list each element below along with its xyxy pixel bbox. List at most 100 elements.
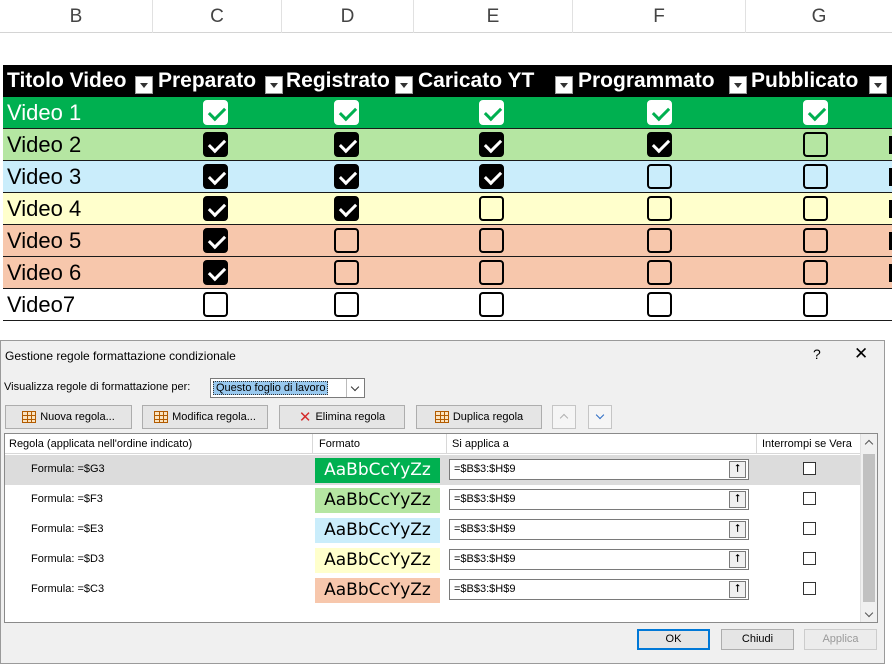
applies-to-input[interactable]: =$B$3:$H$9 ⭡ bbox=[449, 489, 749, 510]
checkbox-unchecked[interactable] bbox=[803, 292, 828, 317]
checkbox-unchecked[interactable] bbox=[334, 228, 359, 253]
checkbox-unchecked[interactable] bbox=[803, 132, 828, 157]
range-picker-icon[interactable]: ⭡ bbox=[729, 521, 746, 538]
header-titolo-video[interactable]: Titolo Video bbox=[7, 65, 126, 97]
column-header-f[interactable]: F bbox=[573, 0, 746, 33]
video-title-cell[interactable]: Video 5 bbox=[7, 225, 81, 257]
stop-if-true-checkbox[interactable] bbox=[803, 462, 816, 475]
col-applies-to-header[interactable]: Si applica a bbox=[447, 434, 757, 454]
show-rules-for-select[interactable]: Questo foglio di lavoro bbox=[210, 378, 365, 398]
checkbox-unchecked[interactable] bbox=[647, 260, 672, 285]
checkbox-checked[interactable] bbox=[203, 196, 228, 221]
new-rule-button[interactable]: Nuova regola... bbox=[5, 405, 132, 429]
rule-row[interactable]: Formula: =$C3 AaBbCcYyZz =$B$3:$H$9 ⭡ bbox=[5, 575, 861, 605]
applies-to-input[interactable]: =$B$3:$H$9 ⭡ bbox=[449, 579, 749, 600]
checkbox-unchecked[interactable] bbox=[334, 292, 359, 317]
col-stop-if-true-header[interactable]: Interrompi se Vera bbox=[757, 434, 861, 454]
checkbox-checked[interactable] bbox=[479, 164, 504, 189]
checkbox-checked[interactable] bbox=[803, 100, 828, 125]
checkbox-unchecked[interactable] bbox=[803, 164, 828, 189]
range-picker-icon[interactable]: ⭡ bbox=[729, 551, 746, 568]
filter-dropdown-icon[interactable] bbox=[135, 76, 153, 94]
checkbox-checked[interactable] bbox=[203, 164, 228, 189]
checkbox-checked[interactable] bbox=[203, 100, 228, 125]
header-registrato[interactable]: Registrato bbox=[286, 65, 390, 97]
move-down-icon[interactable] bbox=[588, 405, 612, 429]
checkbox-unchecked[interactable] bbox=[203, 292, 228, 317]
edit-rule-button[interactable]: Modifica regola... bbox=[142, 405, 268, 429]
checkbox-checked[interactable] bbox=[334, 132, 359, 157]
filter-dropdown-icon[interactable] bbox=[265, 76, 283, 94]
checkbox-unchecked[interactable] bbox=[334, 260, 359, 285]
range-picker-icon[interactable]: ⭡ bbox=[729, 581, 746, 598]
rule-row[interactable]: Formula: =$F3 AaBbCcYyZz =$B$3:$H$9 ⭡ bbox=[5, 485, 861, 515]
apply-button[interactable]: Applica bbox=[804, 629, 877, 650]
checkbox-unchecked[interactable] bbox=[647, 292, 672, 317]
ok-button[interactable]: OK bbox=[637, 629, 710, 650]
move-up-icon[interactable] bbox=[552, 405, 576, 429]
filter-dropdown-icon[interactable] bbox=[555, 76, 573, 94]
checkbox-unchecked[interactable] bbox=[647, 164, 672, 189]
close-button[interactable]: Chiudi bbox=[721, 629, 794, 650]
checkbox-unchecked[interactable] bbox=[803, 228, 828, 253]
checkbox-unchecked[interactable] bbox=[479, 292, 504, 317]
filter-dropdown-icon[interactable] bbox=[395, 76, 413, 94]
header-programmato[interactable]: Programmato bbox=[578, 65, 715, 97]
video-title-cell[interactable]: Video 3 bbox=[7, 161, 81, 193]
video-title-cell[interactable]: Video 1 bbox=[7, 97, 81, 129]
checkbox-unchecked[interactable] bbox=[647, 228, 672, 253]
rule-row[interactable]: Formula: =$G3 AaBbCcYyZz =$B$3:$H$9 ⭡ bbox=[5, 455, 861, 485]
duplicate-rule-button[interactable]: Duplica regola bbox=[416, 405, 542, 429]
chevron-down-icon[interactable] bbox=[346, 379, 364, 397]
range-picker-icon[interactable]: ⭡ bbox=[729, 491, 746, 508]
scroll-down-icon[interactable] bbox=[864, 608, 874, 618]
checkbox-unchecked[interactable] bbox=[479, 228, 504, 253]
col-rule-header[interactable]: Regola (applicata nell'ordine indicato) bbox=[5, 434, 313, 454]
video-title-cell[interactable]: Video 4 bbox=[7, 193, 81, 225]
scroll-up-icon[interactable] bbox=[864, 439, 874, 449]
checkbox-unchecked[interactable] bbox=[647, 196, 672, 221]
column-header-b[interactable]: B bbox=[0, 0, 153, 33]
header-caricato-yt[interactable]: Caricato YT bbox=[418, 65, 534, 97]
checkbox-checked[interactable] bbox=[334, 100, 359, 125]
video-title-cell[interactable]: Video 6 bbox=[7, 257, 81, 289]
rule-row[interactable]: Formula: =$D3 AaBbCcYyZz =$B$3:$H$9 ⭡ bbox=[5, 545, 861, 575]
applies-to-input[interactable]: =$B$3:$H$9 ⭡ bbox=[449, 459, 749, 480]
header-pubblicato[interactable]: Pubblicato bbox=[751, 65, 858, 97]
column-header-g[interactable]: G bbox=[746, 0, 892, 33]
range-picker-icon[interactable]: ⭡ bbox=[729, 461, 746, 478]
filter-dropdown-icon[interactable] bbox=[729, 76, 747, 94]
delete-rule-button[interactable]: ✕ Elimina regola bbox=[279, 405, 405, 429]
rule-row[interactable]: Formula: =$E3 AaBbCcYyZz =$B$3:$H$9 ⭡ bbox=[5, 515, 861, 545]
close-icon[interactable]: ✕ bbox=[854, 344, 868, 364]
checkbox-checked[interactable] bbox=[203, 260, 228, 285]
header-preparato[interactable]: Preparato bbox=[158, 65, 256, 97]
checkbox-unchecked[interactable] bbox=[803, 196, 828, 221]
checkbox-checked[interactable] bbox=[203, 132, 228, 157]
column-header-c[interactable]: C bbox=[153, 0, 282, 33]
checkbox-checked[interactable] bbox=[203, 228, 228, 253]
video-title-cell[interactable]: Video 2 bbox=[7, 129, 81, 161]
checkbox-unchecked[interactable] bbox=[479, 196, 504, 221]
checkbox-checked[interactable] bbox=[334, 196, 359, 221]
scrollbar-thumb[interactable] bbox=[863, 454, 875, 602]
help-icon[interactable]: ? bbox=[813, 346, 821, 362]
checkbox-checked[interactable] bbox=[479, 132, 504, 157]
column-header-e[interactable]: E bbox=[414, 0, 573, 33]
checkbox-checked[interactable] bbox=[334, 164, 359, 189]
column-header-d[interactable]: D bbox=[282, 0, 414, 33]
checkbox-checked[interactable] bbox=[647, 100, 672, 125]
stop-if-true-checkbox[interactable] bbox=[803, 492, 816, 505]
checkbox-unchecked[interactable] bbox=[479, 260, 504, 285]
stop-if-true-checkbox[interactable] bbox=[803, 582, 816, 595]
stop-if-true-checkbox[interactable] bbox=[803, 522, 816, 535]
applies-to-input[interactable]: =$B$3:$H$9 ⭡ bbox=[449, 519, 749, 540]
stop-if-true-checkbox[interactable] bbox=[803, 552, 816, 565]
checkbox-checked[interactable] bbox=[479, 100, 504, 125]
filter-dropdown-icon[interactable] bbox=[869, 76, 887, 94]
video-title-cell[interactable]: Video7 bbox=[7, 289, 75, 321]
applies-to-input[interactable]: =$B$3:$H$9 ⭡ bbox=[449, 549, 749, 570]
rules-list-scrollbar[interactable] bbox=[860, 434, 877, 622]
checkbox-checked[interactable] bbox=[647, 132, 672, 157]
col-format-header[interactable]: Formato bbox=[313, 434, 447, 454]
